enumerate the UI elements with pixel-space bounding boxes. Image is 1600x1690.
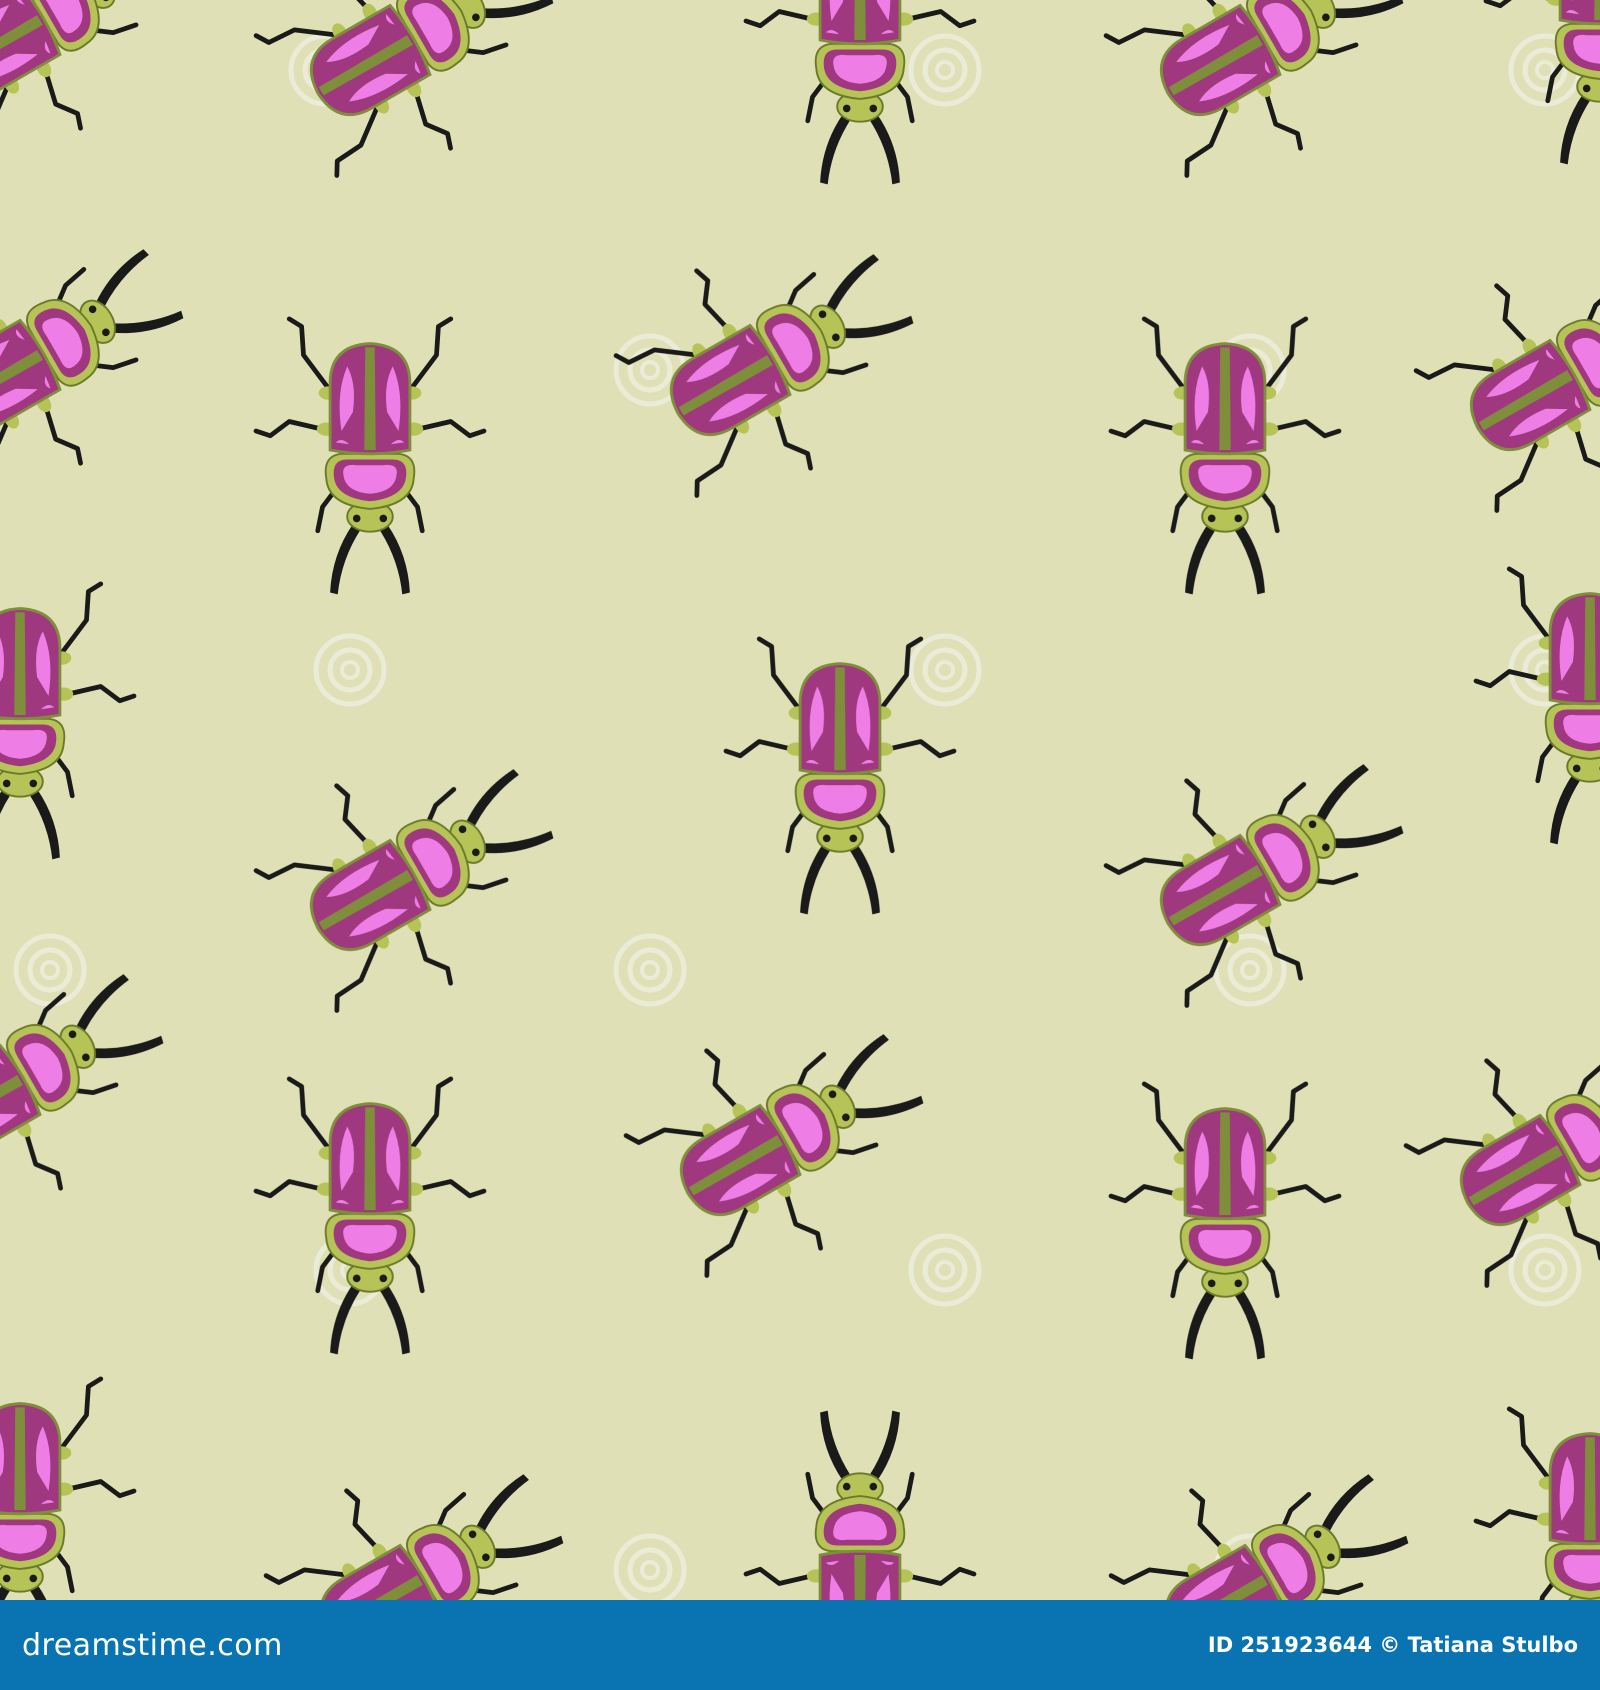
- image-credit: ID 251923644 © Tatiana Stulbo: [1207, 1633, 1578, 1657]
- stock-image: dreamstime.com ID 251923644 © Tatiana St…: [0, 0, 1600, 1690]
- beetle-pattern-canvas: [0, 0, 1600, 1600]
- site-name: dreamstime.com: [22, 1627, 283, 1663]
- credit-bar: dreamstime.com ID 251923644 © Tatiana St…: [0, 1600, 1600, 1690]
